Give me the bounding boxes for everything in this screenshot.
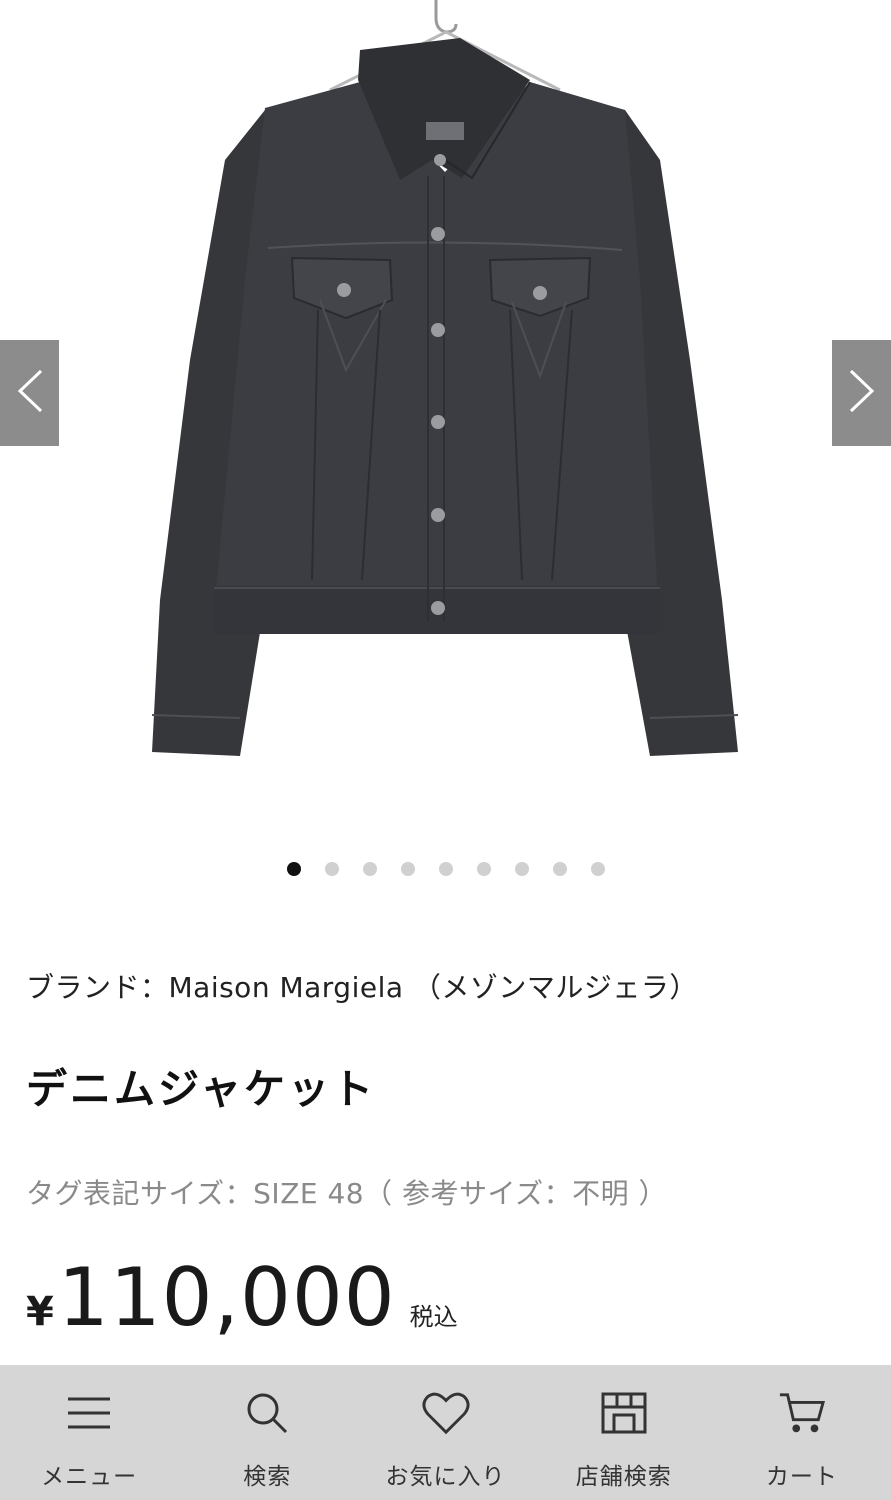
nav-cart[interactable]: カート	[713, 1365, 891, 1500]
nav-favorites[interactable]: お気に入り	[356, 1365, 534, 1500]
jacket-illustration	[151, 38, 739, 756]
gallery-prev-button[interactable]	[0, 340, 59, 446]
product-image-gallery[interactable]	[0, 0, 891, 840]
nav-label-favorites: お気に入り	[385, 1464, 506, 1490]
product-image	[151, 0, 739, 756]
pagination-dot-2[interactable]	[324, 862, 339, 876]
cart-icon	[778, 1389, 826, 1437]
price-tax-label: 税込	[409, 1303, 458, 1331]
price-currency-symbol: ¥	[26, 1289, 54, 1335]
nav-search[interactable]: 検索	[178, 1365, 356, 1500]
nav-label-store-search: 店舗検索	[575, 1464, 672, 1490]
pagination-dot-3[interactable]	[362, 862, 377, 876]
product-page: ブランド：Maison Margiela （メゾンマルジェラ） デニムジャケット…	[0, 0, 891, 1500]
menu-icon	[65, 1389, 113, 1437]
store-icon	[600, 1389, 648, 1437]
gallery-pagination	[0, 862, 891, 878]
product-price: ¥ 110,000 税込	[26, 1258, 458, 1338]
product-brand[interactable]: ブランド：Maison Margiela （メゾンマルジェラ）	[26, 966, 698, 1006]
pagination-dot-1[interactable]	[286, 862, 301, 876]
pagination-dot-4[interactable]	[400, 862, 415, 876]
nav-label-cart: カート	[765, 1464, 838, 1490]
nav-menu[interactable]: メニュー	[0, 1365, 178, 1500]
product-size: タグ表記サイズ：SIZE 48（ 参考サイズ：不明 ）	[26, 1177, 668, 1210]
nav-label-menu: メニュー	[41, 1464, 138, 1490]
chevron-left-icon	[15, 368, 45, 418]
heart-icon	[421, 1389, 470, 1437]
pagination-dot-5[interactable]	[438, 862, 453, 876]
pagination-dot-8[interactable]	[552, 862, 567, 876]
pagination-dot-6[interactable]	[476, 862, 491, 876]
search-icon	[243, 1389, 291, 1437]
nav-store-search[interactable]: 店舗検索	[535, 1365, 713, 1500]
pagination-dot-7[interactable]	[514, 862, 529, 876]
product-title: デニムジャケット	[26, 1065, 376, 1113]
nav-label-search: 検索	[243, 1464, 292, 1490]
pagination-dot-9[interactable]	[590, 862, 605, 876]
gallery-next-button[interactable]	[832, 340, 891, 446]
price-amount: 110,000	[57, 1251, 396, 1344]
bottom-navigation: メニュー 検索 お気に入り 店舗検索 カート	[0, 1365, 891, 1500]
chevron-right-icon	[847, 368, 877, 418]
